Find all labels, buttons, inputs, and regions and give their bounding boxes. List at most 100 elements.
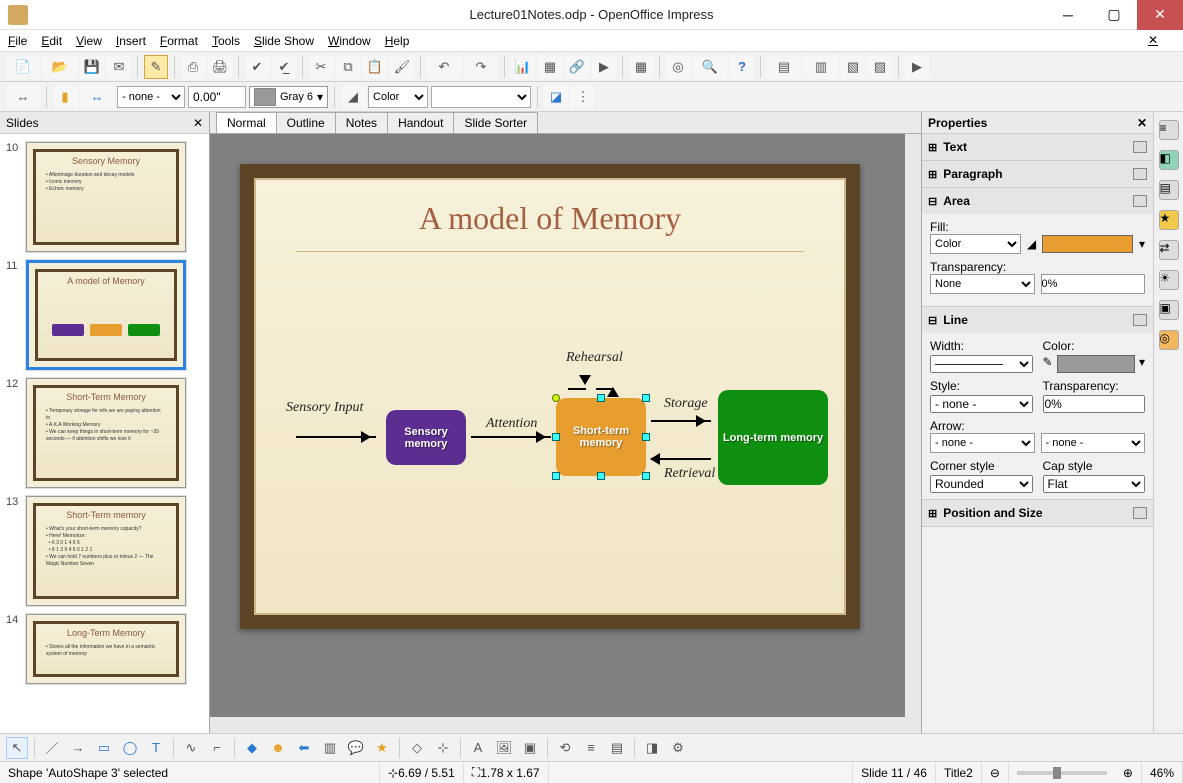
gallery-icon[interactable]: ▣ [1159,300,1179,320]
fill-type-select[interactable]: Color [368,86,428,108]
line-color-button[interactable]: ▮ [53,85,77,109]
format-paintbrush-button[interactable]: 🖌 [390,55,414,79]
slide-button[interactable]: ▤ [767,55,801,79]
ellipse-tool[interactable]: ◯ [119,737,141,759]
slide[interactable]: A model of Memory Sensory Input Sensory … [240,164,860,629]
line-color-swatch[interactable] [1057,355,1135,373]
tab-handout[interactable]: Handout [387,112,454,133]
autospell-button[interactable]: ✔̲ [272,55,296,79]
arrow-tool[interactable]: → [67,737,89,759]
line-style-select[interactable]: - none - [117,86,185,108]
more-options-icon[interactable] [1133,507,1147,519]
more-options-icon[interactable] [1133,314,1147,326]
undo-button[interactable]: ↶ [427,55,461,79]
menubar-close-icon[interactable]: ✕ [1145,33,1161,49]
paste-button[interactable]: 📋 [363,55,387,79]
expand-icon[interactable]: ⊞ [928,507,937,520]
email-button[interactable]: ✉ [107,55,131,79]
edit-file-button[interactable]: ✎ [144,55,168,79]
toolbar-overflow-icon[interactable]: ⋮ [571,85,595,109]
menu-slideshow[interactable]: Slide Show [254,34,314,48]
menu-window[interactable]: Window [328,34,371,48]
new-button[interactable]: 📄 [6,55,40,79]
save-button[interactable]: 💾 [80,55,104,79]
slide-transition-icon[interactable]: ⇄ [1159,240,1179,260]
slide-thumb[interactable]: 11 A model of Memory [0,256,209,374]
arrange-tool[interactable]: ▤ [606,737,628,759]
zoom-value[interactable]: 46% [1142,762,1183,783]
cap-style-select[interactable]: Flat [1043,475,1146,493]
fill-color-select[interactable] [431,86,531,108]
tab-outline[interactable]: Outline [276,112,336,133]
menu-format[interactable]: Format [160,34,198,48]
menu-file[interactable]: File [8,34,27,48]
expand-icon[interactable]: ⊞ [928,168,937,181]
slide-master-button[interactable]: ▨ [868,55,892,79]
line-transparency-input[interactable] [1043,395,1146,413]
curve-tool[interactable]: ∿ [180,737,202,759]
master-pages-icon[interactable]: ▤ [1159,180,1179,200]
fill-type-select[interactable]: Color [930,234,1021,254]
select-tool[interactable]: ↖ [6,737,28,759]
from-file-tool[interactable]: 🖼 [493,737,515,759]
menu-edit[interactable]: Edit [41,34,62,48]
spellcheck-button[interactable]: ✔ [245,55,269,79]
table-button[interactable]: ▦ [538,55,562,79]
properties-tab-icon[interactable]: ◧ [1159,150,1179,170]
expand-icon[interactable]: ⊞ [928,141,937,154]
more-options-icon[interactable] [1133,195,1147,207]
line-endings-button[interactable]: ↔ [80,85,114,109]
tab-normal[interactable]: Normal [216,112,277,133]
zoom-out-button[interactable]: ⊖ [982,762,1009,783]
slide-thumb[interactable]: 14 Long-Term Memory• Stores all the info… [0,610,209,688]
basic-shapes-tool[interactable]: ◆ [241,737,263,759]
align-tool[interactable]: ≡ [580,737,602,759]
copy-button[interactable]: ⧉ [336,55,360,79]
layout-button[interactable]: ▥ [804,55,838,79]
arrow-start-select[interactable]: - none - [930,433,1035,453]
box-short-term[interactable]: Short-term memory [556,398,646,476]
line-style-select[interactable]: - none - [930,395,1033,413]
zoom-slider[interactable] [1017,771,1107,775]
more-options-icon[interactable] [1133,168,1147,180]
more-options-icon[interactable] [1133,141,1147,153]
open-button[interactable]: 📂 [43,55,77,79]
points-tool[interactable]: ◇ [406,737,428,759]
arrow-end-select[interactable]: - none - [1041,433,1146,453]
slide-thumb[interactable]: 10 Sensory Memory• Afterimage duration a… [0,138,209,256]
chart-button[interactable]: 📊 [511,55,535,79]
block-arrows-tool[interactable]: ⬅ [293,737,315,759]
transparency-value-input[interactable] [1041,274,1146,294]
text-tool[interactable]: T [145,737,167,759]
menu-tools[interactable]: Tools [212,34,240,48]
line-tool[interactable]: ／ [41,737,63,759]
corner-style-select[interactable]: Rounded [930,475,1033,493]
rectangle-tool[interactable]: ▭ [93,737,115,759]
tab-notes[interactable]: Notes [335,112,388,133]
custom-animation-icon[interactable]: ★ [1159,210,1179,230]
slide-thumb[interactable]: 13 Short-Term memory• What's your short-… [0,492,209,610]
minimize-button[interactable]: ─ [1045,0,1091,30]
connector-tool[interactable]: ⌐ [206,737,228,759]
line-width-select[interactable]: ──────── [930,355,1033,373]
line-color-swatch[interactable]: Gray 6▾ [249,86,328,108]
slideshow-button[interactable]: ▶ [592,55,616,79]
gluepoints-tool[interactable]: ⊹ [432,737,454,759]
shadow-button[interactable]: ◪ [544,85,568,109]
extrusion-tool[interactable]: ◨ [641,737,663,759]
flowchart-tool[interactable]: ▥ [319,737,341,759]
vertical-scrollbar[interactable] [905,134,921,733]
symbol-shapes-tool[interactable]: ☻ [267,737,289,759]
sidebar-settings-icon[interactable]: ≡ [1159,120,1179,140]
grid-button[interactable]: ▦ [629,55,653,79]
rotate-tool[interactable]: ⟲ [554,737,576,759]
box-sensory[interactable]: Sensory memory [386,410,466,465]
styles-icon[interactable]: ☀ [1159,270,1179,290]
line-width-spinner[interactable]: 0.00" [188,86,246,108]
fill-color-swatch[interactable] [1042,235,1133,253]
area-fill-button[interactable]: ◢ [341,85,365,109]
redo-button[interactable]: ↷ [464,55,498,79]
slides-panel-close-icon[interactable]: ✕ [193,116,203,130]
print-button[interactable]: 🖨 [208,55,232,79]
tab-sorter[interactable]: Slide Sorter [453,112,538,133]
